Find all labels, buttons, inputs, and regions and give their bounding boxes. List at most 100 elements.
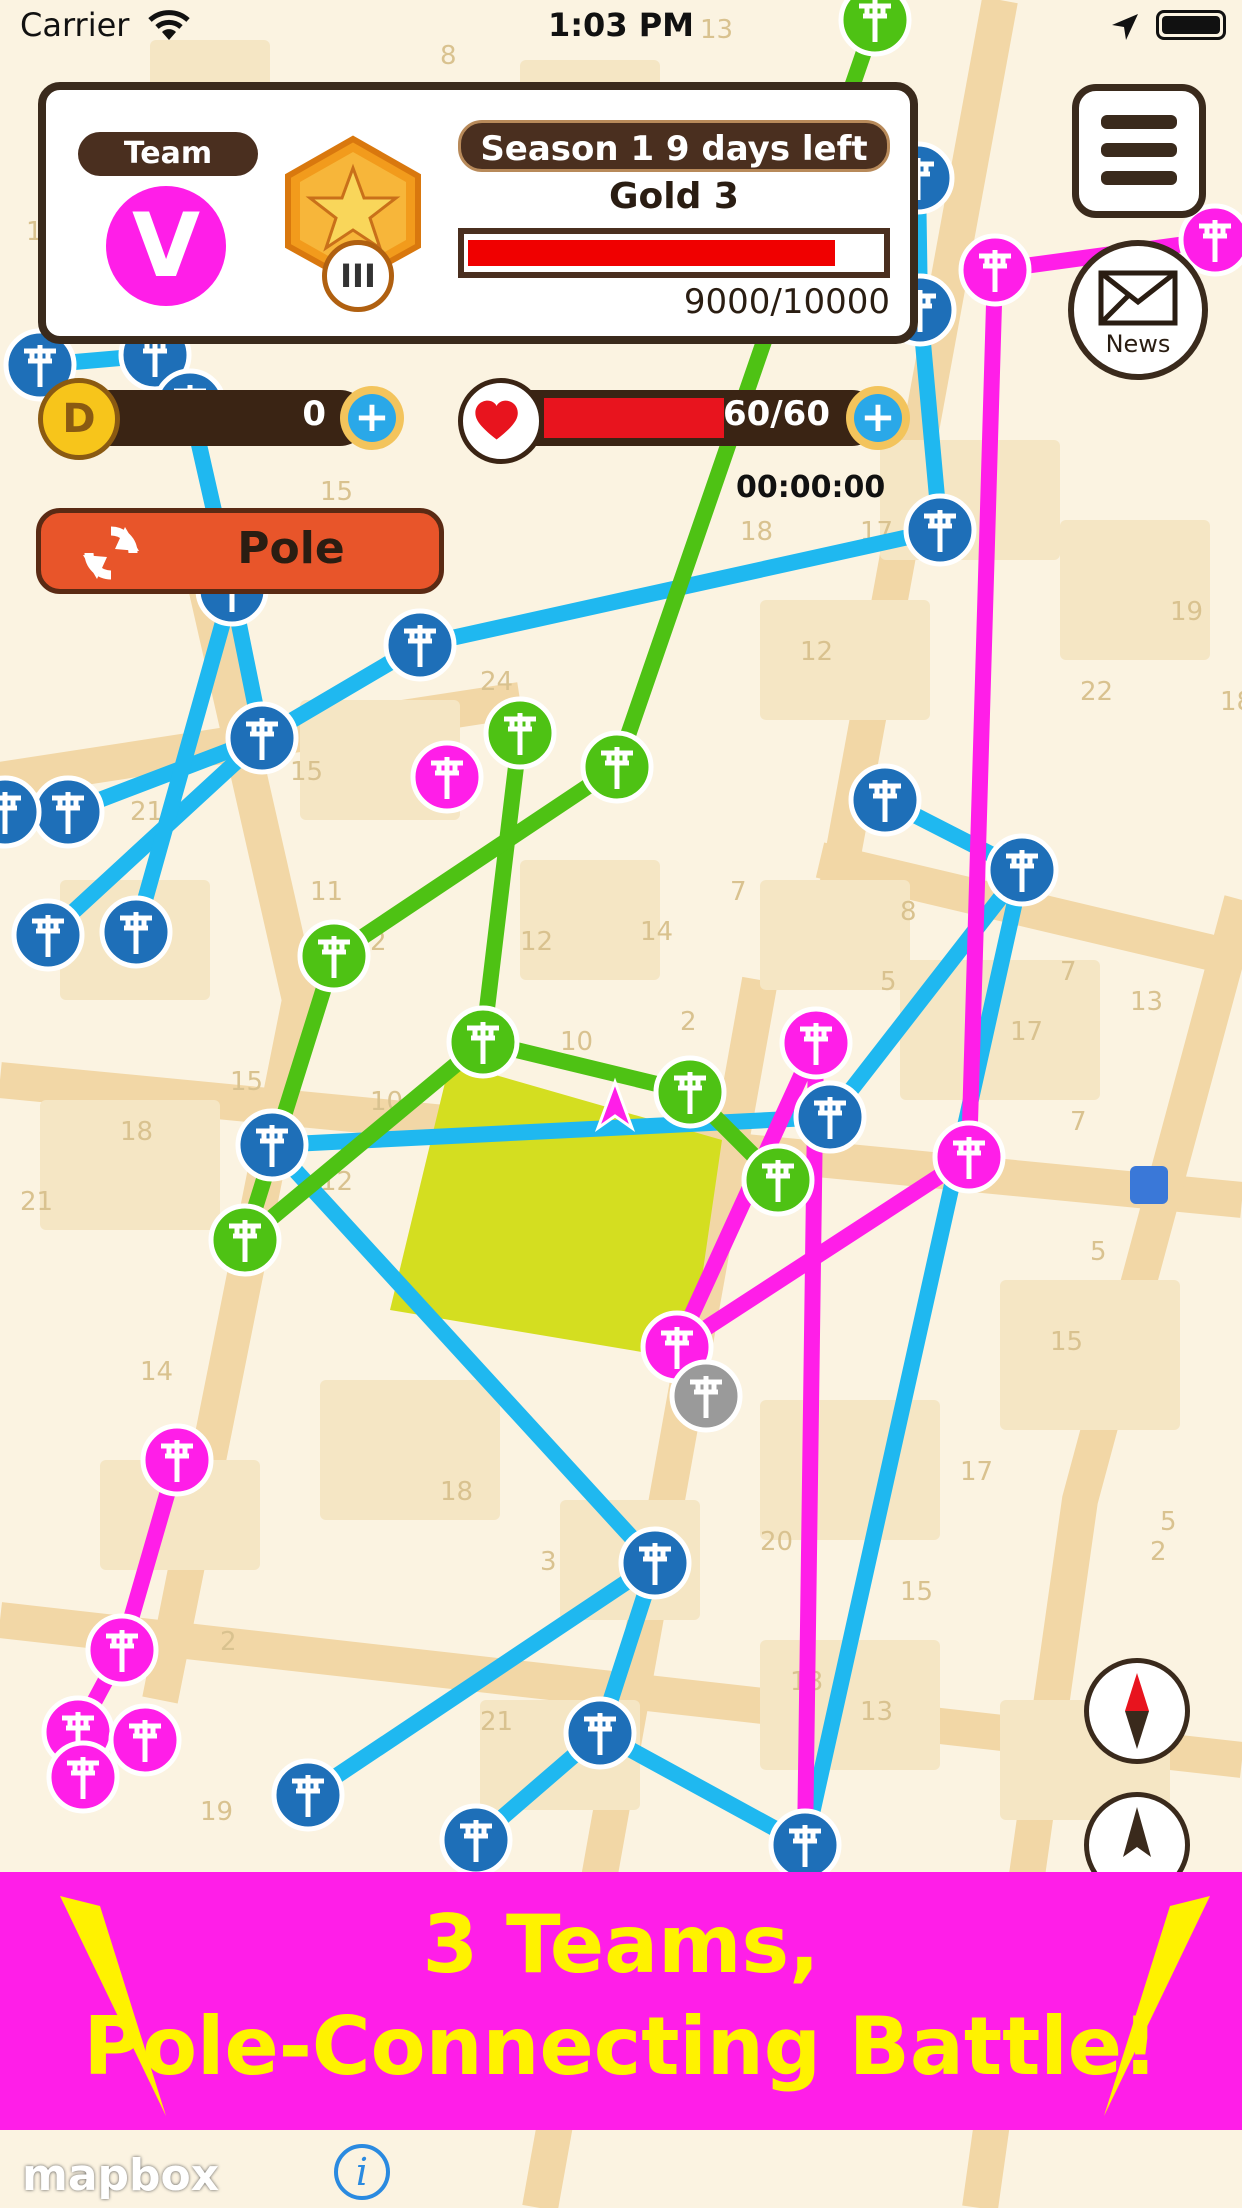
block-number: 7	[1070, 1107, 1087, 1137]
block-number: 22	[1080, 677, 1113, 707]
add-stamina-button[interactable]: +	[846, 386, 910, 450]
news-button[interactable]: News	[1068, 240, 1208, 380]
block-number: 15	[900, 1577, 933, 1607]
compass-icon	[1125, 1673, 1149, 1749]
block-number: 15	[1050, 1327, 1083, 1357]
block-number: 18	[120, 1117, 153, 1147]
utility-pole-icon[interactable]	[383, 608, 457, 682]
block-number: 15	[320, 477, 353, 507]
season-banner: Season 1 9 days left	[458, 120, 890, 172]
utility-pole-icon[interactable]	[483, 696, 557, 770]
team-label: Team	[78, 132, 258, 176]
block-number: 5	[880, 967, 897, 997]
utility-pole-icon[interactable]	[932, 1120, 1006, 1194]
coin-icon: D	[38, 378, 120, 460]
block-number: 5	[1160, 1507, 1177, 1537]
utility-pole-icon[interactable]	[439, 1803, 513, 1877]
news-label: News	[1105, 330, 1171, 358]
rank-name: Gold 3	[609, 176, 739, 217]
utility-pole-icon[interactable]	[848, 763, 922, 837]
utility-pole-icon[interactable]	[618, 1526, 692, 1600]
utility-pole-icon[interactable]	[85, 1613, 159, 1687]
utility-pole-icon[interactable]	[46, 1740, 120, 1814]
block-number: 17	[960, 1457, 993, 1487]
player-info-panel: Team V III Season 1 9 days left Gold 3 9…	[38, 82, 918, 344]
block-number: 11	[310, 877, 343, 907]
pole-button-label: Pole	[237, 523, 345, 574]
utility-pole-icon[interactable]	[31, 775, 105, 849]
block-number: 2	[1150, 1537, 1167, 1567]
block-number: 12	[520, 927, 553, 957]
rank-level-badge: III	[322, 240, 394, 312]
utility-pole-icon[interactable]	[985, 833, 1059, 907]
block-number: 8	[900, 897, 917, 927]
utility-pole-icon[interactable]	[235, 1108, 309, 1182]
mapbox-logo[interactable]: mapbox	[22, 2150, 219, 2201]
status-bar: Carrier 1:03 PM	[0, 0, 1242, 56]
team-badge[interactable]: V	[106, 186, 226, 306]
utility-pole-icon[interactable]	[580, 730, 654, 804]
utility-pole-icon[interactable]	[410, 740, 484, 814]
utility-pole-icon[interactable]	[653, 1055, 727, 1129]
utility-pole-icon[interactable]	[779, 1006, 853, 1080]
block-number: 21	[130, 797, 163, 827]
stamina-count: 60/60	[722, 394, 830, 434]
utility-pole-icon[interactable]	[99, 895, 173, 969]
utility-pole-icon[interactable]	[793, 1080, 867, 1154]
menu-button[interactable]	[1072, 84, 1206, 218]
utility-pole-icon[interactable]	[271, 1758, 345, 1832]
menu-icon-bar	[1101, 171, 1177, 185]
plus-icon: +	[348, 394, 396, 442]
rank-progress-text: 9000/10000	[683, 282, 890, 322]
block-number: 21	[480, 1707, 513, 1737]
utility-pole-icon[interactable]	[208, 1203, 282, 1277]
utility-pole-icon[interactable]	[768, 1808, 842, 1882]
block-number: 17	[1010, 1017, 1043, 1047]
utility-pole-icon[interactable]	[563, 1696, 637, 1770]
block-number: 19	[200, 1797, 233, 1827]
add-coins-button[interactable]: +	[340, 386, 404, 450]
block-number: 10	[560, 1027, 593, 1057]
block-number: 15	[230, 1067, 263, 1097]
utility-pole-icon[interactable]	[225, 701, 299, 775]
coin-count: 0	[302, 394, 326, 434]
block-number: 14	[640, 917, 673, 947]
rank-progress-fill	[468, 240, 836, 266]
pole-button[interactable]: Pole	[36, 508, 444, 594]
block-number: 13	[860, 1697, 893, 1727]
block-number: 20	[760, 1527, 793, 1557]
promo-headline-line2: Pole-Connecting Battle!	[83, 2000, 1159, 2093]
block-number: 7	[1060, 957, 1077, 987]
block-number: 13	[1130, 987, 1163, 1017]
location-services-icon	[1112, 14, 1138, 40]
block-number: 18	[1220, 687, 1242, 717]
utility-pole-icon[interactable]	[446, 1005, 520, 1079]
plus-icon: +	[854, 394, 902, 442]
block-number: 14	[140, 1357, 173, 1387]
block-number: 15	[290, 757, 323, 787]
promo-headline-line1: 3 Teams,	[422, 1898, 820, 1991]
battery-icon	[1156, 10, 1226, 40]
utility-pole-icon[interactable]	[958, 233, 1032, 307]
refresh-icon	[83, 526, 139, 580]
compass-button[interactable]	[1084, 1658, 1190, 1764]
block-number: 24	[480, 667, 513, 697]
menu-icon-bar	[1101, 143, 1177, 157]
rank-progress-bar	[458, 228, 890, 278]
info-icon[interactable]: i	[334, 2144, 390, 2200]
block-number: 19	[1170, 597, 1203, 627]
heart-icon	[458, 378, 544, 464]
block-number: 2	[220, 1627, 237, 1657]
block-number: 5	[1090, 1237, 1107, 1267]
block-number: 21	[20, 1187, 53, 1217]
utility-pole-icon[interactable]	[11, 898, 85, 972]
utility-pole-icon[interactable]	[903, 493, 977, 567]
utility-pole-icon[interactable]	[669, 1359, 743, 1433]
utility-pole-icon[interactable]	[108, 1703, 182, 1777]
block-number: 2	[680, 1007, 697, 1037]
utility-pole-icon[interactable]	[741, 1143, 815, 1217]
menu-icon	[1101, 115, 1177, 129]
utility-pole-icon[interactable]	[297, 919, 371, 993]
block-number: 3	[540, 1547, 557, 1577]
utility-pole-icon[interactable]	[140, 1423, 214, 1497]
